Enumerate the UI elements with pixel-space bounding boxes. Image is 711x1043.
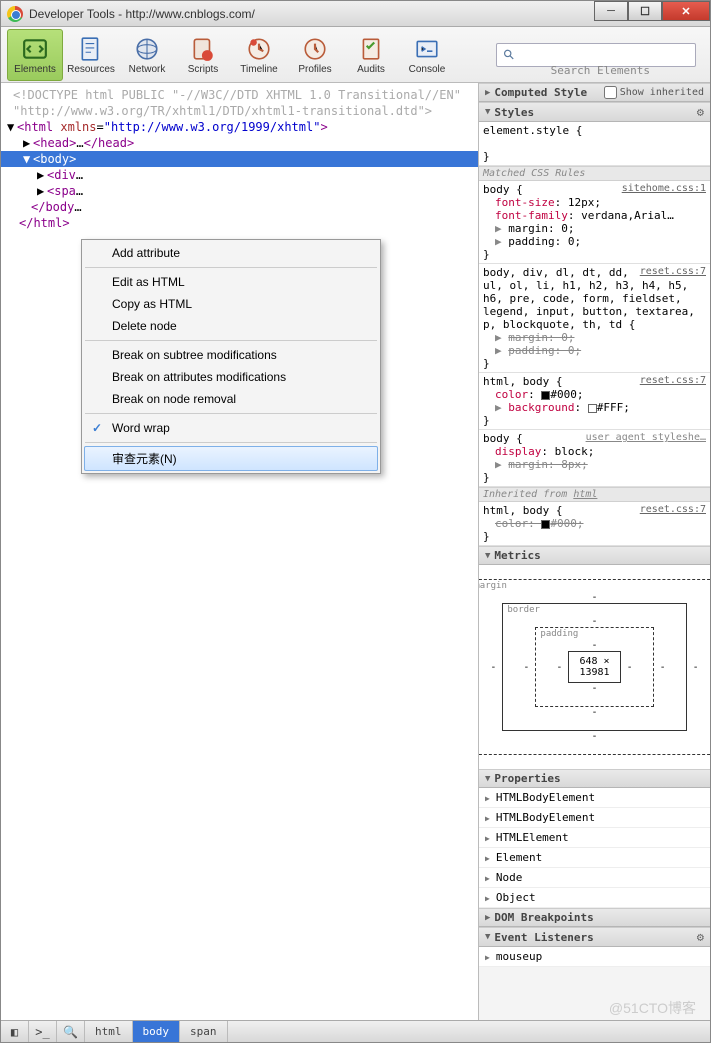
breadcrumb-span[interactable]: span	[180, 1021, 228, 1042]
tab-elements[interactable]: Elements	[7, 29, 63, 81]
metrics-box-model: margin- - border- - padding- - 648 × 139…	[479, 565, 710, 769]
color-swatch	[588, 404, 597, 413]
search-icon	[503, 48, 516, 62]
ctx-separator	[85, 267, 377, 268]
ctx-break-subtree[interactable]: Break on subtree modifications	[84, 344, 378, 366]
tab-profiles[interactable]: Profiles	[287, 29, 343, 81]
show-inherited-checkbox[interactable]: Show inherited	[604, 86, 704, 99]
timeline-icon	[245, 35, 273, 63]
styles-sidebar[interactable]: ▶Computed StyleShow inherited ▼Styles⚙ e…	[478, 83, 710, 1020]
source-link: user agent styleshe…	[586, 432, 706, 443]
metrics-dimensions: 648 × 13981	[568, 651, 620, 683]
prop-item[interactable]: Object	[479, 888, 710, 908]
gear-icon[interactable]: ⚙	[697, 105, 704, 119]
gear-icon[interactable]: ⚙	[697, 930, 704, 944]
section-event-listeners[interactable]: ▼Event Listeners⚙	[479, 927, 710, 947]
ctx-edit-as-html[interactable]: Edit as HTML	[84, 271, 378, 293]
watermark: @51CTO博客	[609, 998, 696, 1018]
ctx-separator	[85, 340, 377, 341]
dom-doctype: <!DOCTYPE html PUBLIC "-//W3C//DTD XHTML…	[1, 87, 478, 103]
tab-timeline[interactable]: Timeline	[231, 29, 287, 81]
window-titlebar: Developer Tools - http://www.cnblogs.com…	[1, 1, 710, 27]
breadcrumb-body[interactable]: body	[133, 1021, 181, 1042]
rule-html-body-inherited[interactable]: reset.css:7 html, body { color: #000; }	[479, 502, 710, 546]
search-button[interactable]: 🔍	[57, 1021, 85, 1042]
source-link[interactable]: reset.css:7	[640, 504, 706, 515]
section-computed-style[interactable]: ▶Computed StyleShow inherited	[479, 83, 710, 102]
rule-html-body-reset[interactable]: reset.css:7 html, body { color: #000; ▶ …	[479, 373, 710, 430]
inherited-header: Inherited from html	[479, 487, 710, 502]
dom-doctype: "http://www.w3.org/TR/xhtml1/DTD/xhtml1-…	[1, 103, 478, 119]
source-link[interactable]: sitehome.css:1	[622, 183, 706, 194]
dom-node-span[interactable]: ▶<spa…	[1, 183, 478, 199]
ctx-copy-as-html[interactable]: Copy as HTML	[84, 293, 378, 315]
ctx-add-attribute[interactable]: Add attribute	[84, 242, 378, 264]
maximize-button[interactable]: ☐	[628, 1, 662, 21]
ctx-separator	[85, 442, 377, 443]
prop-item[interactable]: HTMLBodyElement	[479, 808, 710, 828]
tab-resources[interactable]: Resources	[63, 29, 119, 81]
matched-rules-header: Matched CSS Rules	[479, 166, 710, 181]
search-box[interactable]	[496, 43, 696, 67]
dock-button[interactable]: ◧	[1, 1021, 29, 1042]
tab-console[interactable]: Console	[399, 29, 455, 81]
tab-scripts[interactable]: Scripts	[175, 29, 231, 81]
prop-item[interactable]: HTMLElement	[479, 828, 710, 848]
ctx-word-wrap[interactable]: Word wrap	[84, 417, 378, 439]
dom-node-div[interactable]: ▶<div…	[1, 167, 478, 183]
window-title: Developer Tools - http://www.cnblogs.com…	[29, 7, 594, 21]
tab-audits[interactable]: Audits	[343, 29, 399, 81]
ctx-break-attrs[interactable]: Break on attributes modifications	[84, 366, 378, 388]
dom-tree-panel[interactable]: <!DOCTYPE html PUBLIC "-//W3C//DTD XHTML…	[1, 83, 478, 1020]
ctx-delete-node[interactable]: Delete node	[84, 315, 378, 337]
minimize-button[interactable]: ─	[594, 1, 628, 21]
breadcrumb-html[interactable]: html	[85, 1021, 133, 1042]
dom-node-body-close[interactable]: </body…	[1, 199, 478, 215]
prop-item[interactable]: HTMLBodyElement	[479, 788, 710, 808]
rule-element-style[interactable]: element.style {}	[479, 122, 710, 166]
tab-network[interactable]: Network	[119, 29, 175, 81]
audits-icon	[357, 35, 385, 63]
prop-item[interactable]: Node	[479, 868, 710, 888]
rule-body-sitehome[interactable]: sitehome.css:1 body { font-size: 12px; f…	[479, 181, 710, 264]
ctx-separator	[85, 413, 377, 414]
prop-item[interactable]: Element	[479, 848, 710, 868]
profiles-icon	[301, 35, 329, 63]
search-input[interactable]	[522, 48, 689, 61]
rule-body-useragent[interactable]: user agent styleshe… body { display: blo…	[479, 430, 710, 487]
console-toggle-button[interactable]: >_	[29, 1021, 57, 1042]
close-button[interactable]: ✕	[662, 1, 710, 21]
section-properties[interactable]: ▼Properties	[479, 769, 710, 788]
ctx-inspect-element[interactable]: 审查元素(N)	[84, 446, 378, 471]
section-dom-breakpoints[interactable]: ▶DOM Breakpoints	[479, 908, 710, 927]
source-link[interactable]: reset.css:7	[640, 375, 706, 386]
dom-node-html-close[interactable]: </html>	[1, 215, 478, 231]
properties-list: HTMLBodyElement HTMLBodyElement HTMLElem…	[479, 788, 710, 908]
section-styles[interactable]: ▼Styles⚙	[479, 102, 710, 122]
section-metrics[interactable]: ▼Metrics	[479, 546, 710, 565]
status-bar: ◧ >_ 🔍 html body span	[1, 1020, 710, 1042]
search-label: Search Elements	[551, 64, 650, 77]
network-icon	[133, 35, 161, 63]
dom-node-html[interactable]: ▼<html xmlns="http://www.w3.org/1999/xht…	[1, 119, 478, 135]
source-link[interactable]: reset.css:7	[640, 266, 706, 277]
dom-node-head[interactable]: ▶<head>…</head>	[1, 135, 478, 151]
elements-icon	[21, 35, 49, 63]
dom-node-body-selected[interactable]: ▼<body>	[1, 151, 478, 167]
context-menu: Add attribute Edit as HTML Copy as HTML …	[81, 239, 381, 474]
chrome-icon	[7, 6, 23, 22]
ctx-break-removal[interactable]: Break on node removal	[84, 388, 378, 410]
scripts-icon	[189, 35, 217, 63]
event-listener-item[interactable]: mouseup	[479, 947, 710, 967]
rule-reset-all[interactable]: reset.css:7 body, div, dl, dt, dd, ul, o…	[479, 264, 710, 373]
console-icon	[413, 35, 441, 63]
resources-icon	[77, 35, 105, 63]
